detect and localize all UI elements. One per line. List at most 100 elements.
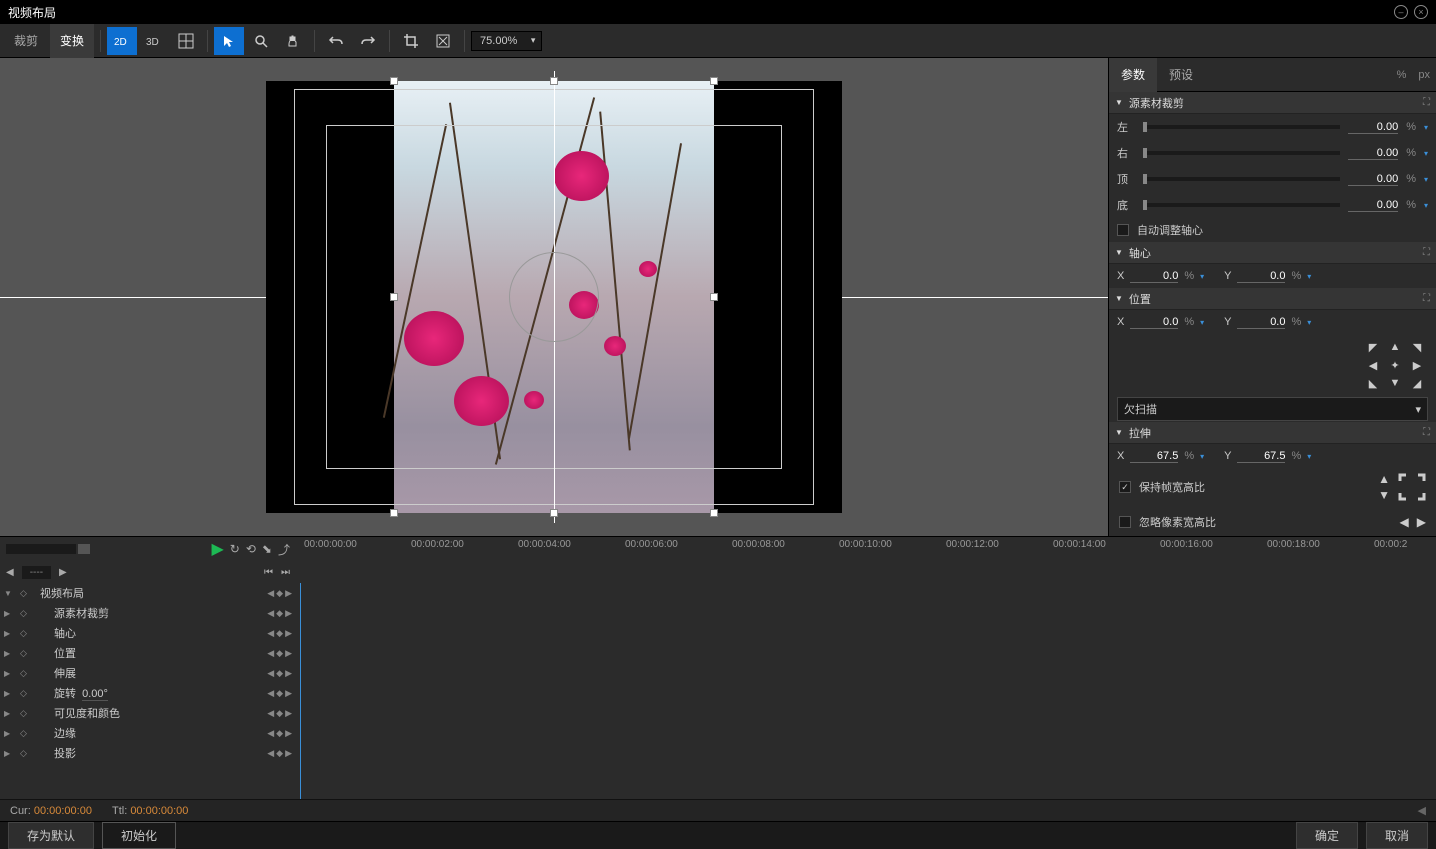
unit-percent[interactable]: % [1391, 69, 1413, 81]
zoom-thumb[interactable] [78, 544, 90, 554]
section-stretch[interactable]: ▼ 拉伸 ⛶ [1109, 422, 1436, 444]
curve-bezier-icon[interactable]: ⤴ [278, 541, 290, 558]
keyframe-icon[interactable]: ◇ [20, 628, 32, 639]
crop-right-value[interactable]: 0.00 [1348, 147, 1398, 160]
nudge-left-icon[interactable]: ◀ [1364, 358, 1382, 372]
go-end-icon[interactable]: ⏭ [281, 567, 290, 578]
keyframe-icon[interactable]: ◇ [20, 688, 32, 699]
track-root[interactable]: ▼ ◇ 视频布局 ◀◆▶ [0, 583, 296, 603]
track-visibility[interactable]: ▶ ◇ 可见度和颜色 ◀◆▶ [0, 703, 296, 723]
resize-handle[interactable] [550, 77, 558, 85]
prev-frame-icon[interactable]: ◀ [6, 567, 14, 578]
hand-pan-icon[interactable] [278, 27, 308, 55]
track-rotate[interactable]: ▶ ◇ 旋转 0.00° ◀◆▶ [0, 683, 296, 703]
stretch-v-up-icon[interactable]: ▲ [1378, 472, 1390, 486]
nudge-center-icon[interactable]: ✦ [1386, 358, 1404, 372]
keyframe-icon[interactable]: ◇ [20, 608, 32, 619]
chevron-right-icon[interactable]: ▶ [4, 649, 16, 658]
stepper-icon[interactable]: ▾ [1307, 318, 1311, 327]
stretch-v-down-icon[interactable]: ▼ [1378, 488, 1390, 502]
chevron-right-icon[interactable]: ▶ [4, 689, 16, 698]
tab-parameters[interactable]: 参数 [1109, 58, 1157, 92]
section-source-crop[interactable]: ▼ 源素材裁剪 ⛶ [1109, 92, 1436, 114]
chevron-right-icon[interactable]: ▶ [4, 609, 16, 618]
stretch-h-left-icon[interactable]: ◀ [1400, 515, 1409, 529]
kf-prev-icon[interactable]: ◀ [267, 588, 274, 599]
next-frame-icon[interactable]: ▶ [59, 567, 67, 578]
section-pivot[interactable]: ▼ 轴心 ⛶ [1109, 242, 1436, 264]
stepper-icon[interactable]: ▾ [1307, 452, 1311, 461]
keyframe-icon[interactable]: ◇ [20, 708, 32, 719]
stretch-y-value[interactable]: 67.5 [1237, 450, 1285, 463]
minimize-icon[interactable]: – [1394, 5, 1408, 19]
tab-presets[interactable]: 预设 [1157, 58, 1205, 92]
resize-handle[interactable] [710, 77, 718, 85]
auto-pivot-checkbox[interactable] [1117, 224, 1129, 236]
track-edge[interactable]: ▶ ◇ 边缘 ◀◆▶ [0, 723, 296, 743]
unit-pixel[interactable]: px [1412, 69, 1436, 81]
loop-range-icon[interactable]: ⟲ [246, 542, 256, 556]
mode-2d-icon[interactable]: 2D [107, 27, 137, 55]
expand-icon[interactable]: ⛶ [1423, 293, 1430, 304]
stepper-icon[interactable]: ▾ [1424, 149, 1428, 158]
pivot-y-value[interactable]: 0.0 [1237, 270, 1285, 283]
mode-3d-icon[interactable]: 3D [139, 27, 169, 55]
ignore-par-checkbox[interactable] [1119, 516, 1131, 528]
nudge-upleft-icon[interactable]: ◤ [1364, 340, 1382, 354]
track-stretch[interactable]: ▶ ◇ 伸展 ◀◆▶ [0, 663, 296, 683]
keep-aspect-checkbox[interactable]: ✓ [1119, 481, 1131, 493]
crop-bottom-value[interactable]: 0.00 [1348, 199, 1398, 212]
resize-handle[interactable] [390, 293, 398, 301]
nudge-upright-icon[interactable]: ◥ [1408, 340, 1426, 354]
keyframe-icon[interactable]: ◇ [20, 748, 32, 759]
zoom-slider[interactable] [6, 544, 76, 554]
rotate-value[interactable]: 0.00° [82, 688, 108, 701]
crop-left-value[interactable]: 0.00 [1348, 121, 1398, 134]
underscan-select[interactable]: 欠扫描 ▾ [1117, 397, 1428, 421]
nudge-up-icon[interactable]: ▲ [1386, 340, 1404, 354]
loop-icon[interactable]: ↻ [230, 542, 240, 556]
crop-right-slider[interactable] [1143, 151, 1340, 155]
position-y-value[interactable]: 0.0 [1237, 316, 1285, 329]
chevron-right-icon[interactable]: ▶ [4, 749, 16, 758]
chevron-right-icon[interactable]: ▶ [4, 669, 16, 678]
nudge-downright-icon[interactable]: ◢ [1408, 376, 1426, 390]
stepper-icon[interactable]: ▾ [1200, 318, 1204, 327]
section-position[interactable]: ▼ 位置 ⛶ [1109, 288, 1436, 310]
resize-handle[interactable] [390, 509, 398, 517]
expand-icon[interactable]: ⛶ [1423, 247, 1430, 258]
play-button-icon[interactable]: ▶ [211, 539, 223, 559]
pivot-x-value[interactable]: 0.0 [1130, 270, 1178, 283]
undo-icon[interactable] [321, 27, 351, 55]
select-arrow-icon[interactable] [214, 27, 244, 55]
track-shadow[interactable]: ▶ ◇ 投影 ◀◆▶ [0, 743, 296, 763]
stepper-icon[interactable]: ▾ [1307, 272, 1311, 281]
fit-screen-icon[interactable] [1398, 473, 1426, 501]
scroll-left-icon[interactable]: ◀ [1418, 804, 1426, 817]
chevron-right-icon[interactable]: ▶ [4, 729, 16, 738]
chevron-down-icon[interactable]: ▼ [4, 589, 16, 598]
timeline-ruler[interactable]: 00:00:00:0000:00:02:0000:00:04:0000:00:0… [296, 537, 1436, 561]
track-crop[interactable]: ▶ ◇ 源素材裁剪 ◀◆▶ [0, 603, 296, 623]
crop-tool-icon[interactable] [396, 27, 426, 55]
stepper-icon[interactable]: ▾ [1200, 452, 1204, 461]
stepper-icon[interactable]: ▾ [1424, 175, 1428, 184]
fps-display[interactable]: ---- [22, 566, 51, 579]
track-pivot[interactable]: ▶ ◇ 轴心 ◀◆▶ [0, 623, 296, 643]
nudge-down-icon[interactable]: ▼ [1386, 376, 1404, 390]
kf-next-icon[interactable]: ▶ [285, 588, 292, 599]
crop-top-slider[interactable] [1143, 177, 1340, 181]
tab-transform[interactable]: 变换 [50, 24, 94, 58]
resize-handle[interactable] [550, 509, 558, 517]
nudge-right-icon[interactable]: ▶ [1408, 358, 1426, 372]
expand-icon[interactable]: ⛶ [1423, 427, 1430, 438]
crop-left-slider[interactable] [1143, 125, 1340, 129]
keyframe-icon[interactable]: ◇ [20, 728, 32, 739]
keyframe-icon[interactable]: ◇ [20, 648, 32, 659]
tab-crop[interactable]: 裁剪 [4, 24, 48, 58]
stretch-h-right-icon[interactable]: ▶ [1417, 515, 1426, 529]
resize-handle[interactable] [710, 293, 718, 301]
resize-handle[interactable] [390, 77, 398, 85]
expand-icon[interactable]: ⛶ [1423, 97, 1430, 108]
nudge-downleft-icon[interactable]: ◣ [1364, 376, 1382, 390]
